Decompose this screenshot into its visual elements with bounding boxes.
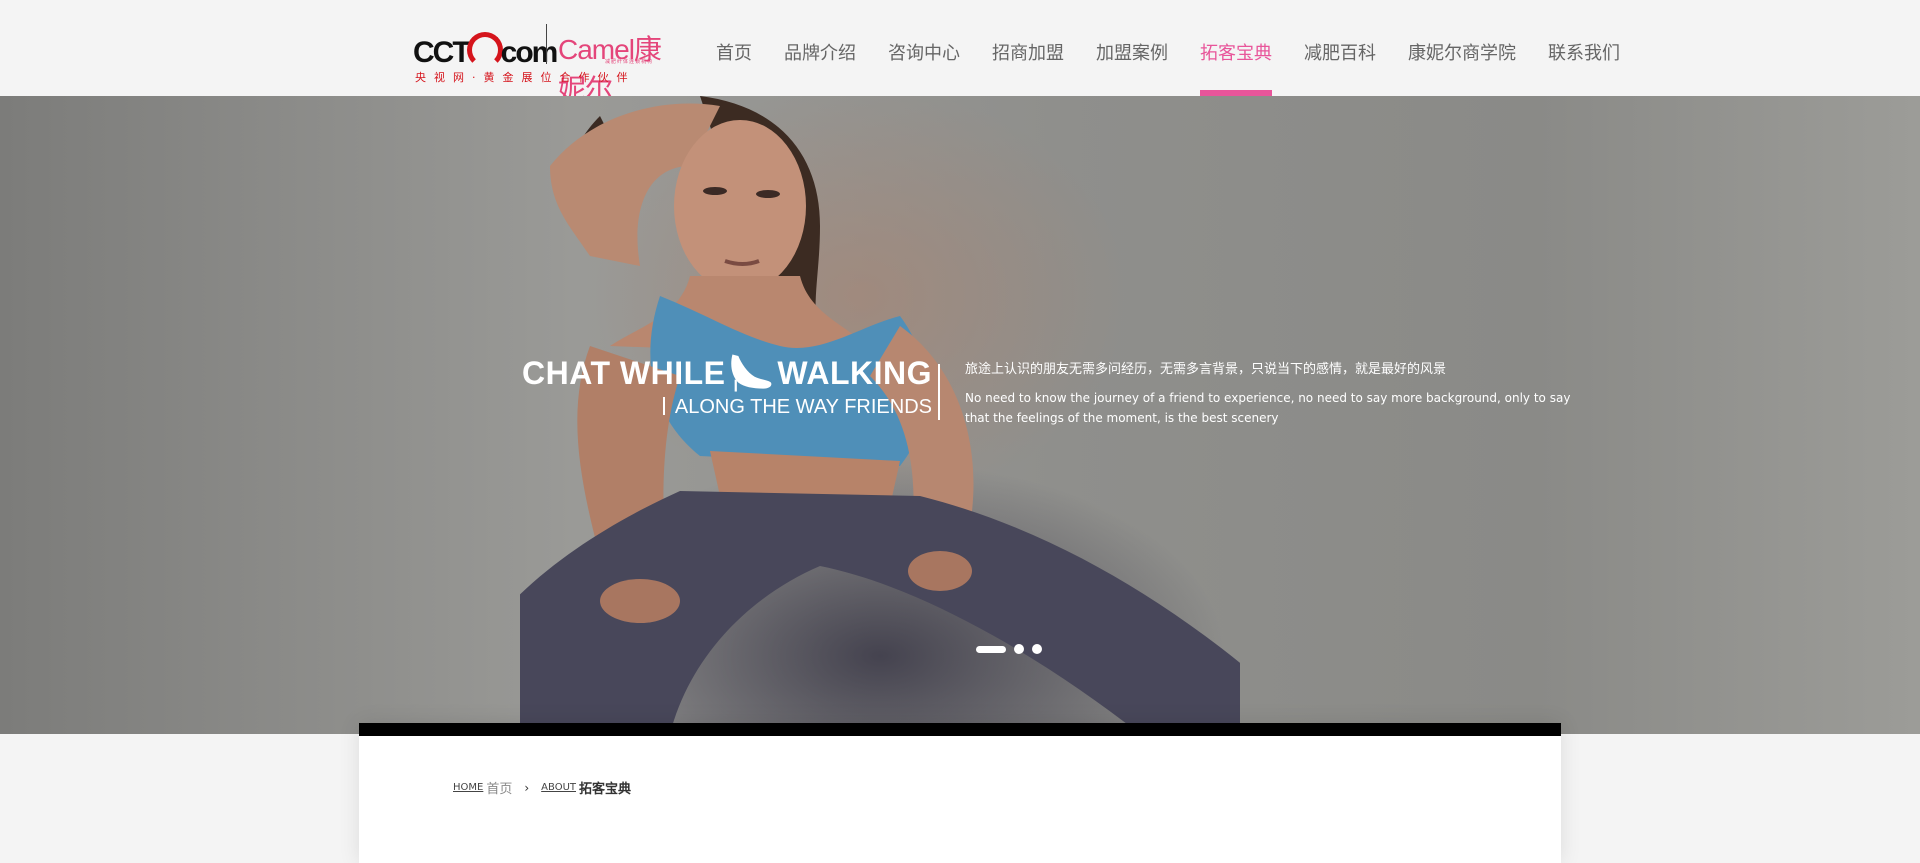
breadcrumb-current: 拓客宝典 [579,782,632,797]
slogan-block: CHAT WHILE WALKING ALONG THE WAY FRIENDS [522,346,932,419]
brand-logo[interactable]: CCT com Camel康妮尔 减肥纤体连锁机构 央视网·黄金展位合作伙伴 [413,22,667,105]
nav-item-cases[interactable]: 加盟案例 [1080,0,1184,96]
nav-item-wiki[interactable]: 减肥百科 [1288,0,1392,96]
carousel-dot-1[interactable] [976,645,1006,653]
nav-item-academy[interactable]: 康妮尔商学院 [1392,0,1532,96]
nav-item-contact[interactable]: 联系我们 [1532,0,1636,96]
nav-item-brand[interactable]: 品牌介绍 [768,0,872,96]
slogan-divider [938,364,940,420]
slogan-title-part2: WALKING [777,354,932,391]
cctv-logo: CCT com [413,32,558,70]
high-heel-icon [731,354,772,392]
slogan-description-en: No need to know the journey of a friend … [965,391,1571,425]
carousel-dot-2[interactable] [1014,644,1024,654]
logo-tagline: 央视网·黄金展位合作伙伴 [415,71,636,84]
breadcrumb-about-en[interactable]: ABOUT [541,782,576,793]
logo-divider [546,24,547,64]
nav-item-guide[interactable]: 拓客宝典 [1184,0,1288,96]
breadcrumb: HOME 首页 › ABOUT 拓客宝典 [453,778,632,798]
carousel-dots [976,644,1042,654]
slogan-subtitle: ALONG THE WAY FRIENDS [522,396,932,419]
main-nav: 首页 品牌介绍 咨询中心 招商加盟 加盟案例 拓客宝典 减肥百科 康妮尔商学院 … [700,0,1636,96]
breadcrumb-home-en[interactable]: HOME [453,782,483,793]
site-header: CCT com Camel康妮尔 减肥纤体连锁机构 央视网·黄金展位合作伙伴 首页… [0,0,1920,105]
slogan-description-cn: 旅途上认识的朋友无需多问经历，无需多言背景，只说当下的感情，就是最好的风景 [965,362,1447,377]
slogan-description: 旅途上认识的朋友无需多问经历，无需多言背景，只说当下的感情，就是最好的风景 No… [965,358,1575,428]
hero-banner: CHAT WHILE WALKING ALONG THE WAY FRIENDS… [0,96,1920,734]
content-panel: HOME 首页 › ABOUT 拓客宝典 [359,723,1561,863]
slogan-title-part1: CHAT WHILE [522,354,726,391]
chevron-right-icon: › [524,780,530,795]
slogan-title: CHAT WHILE WALKING [522,346,932,400]
breadcrumb-home-link[interactable]: 首页 [486,778,512,797]
carousel-dot-3[interactable] [1032,644,1042,654]
nav-item-franchise[interactable]: 招商加盟 [976,0,1080,96]
nav-item-consult[interactable]: 咨询中心 [872,0,976,96]
nav-item-home[interactable]: 首页 [700,0,768,96]
camel-logo-subtitle: 减肥纤体连锁机构 [605,59,654,65]
